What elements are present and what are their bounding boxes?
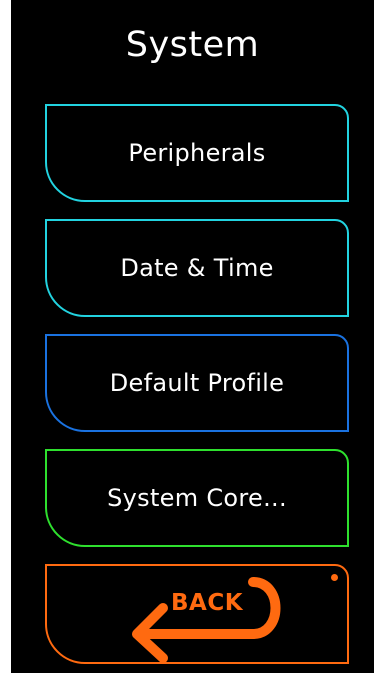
system-core-label: System Core... [107,484,287,512]
back-arrow-icon [132,577,281,662]
default-profile-button[interactable]: Default Profile [45,334,349,432]
page-title: System [125,25,260,65]
back-button[interactable]: BACK [45,564,349,664]
device-screen: System Peripherals Date & Time Default P… [11,0,374,673]
indicator-dot [331,574,338,581]
peripherals-button[interactable]: Peripherals [45,104,349,202]
back-label: BACK [171,590,244,616]
peripherals-label: Peripherals [128,139,266,167]
date-time-label: Date & Time [120,254,274,282]
date-time-button[interactable]: Date & Time [45,219,349,317]
system-core-button[interactable]: System Core... [45,449,349,547]
default-profile-label: Default Profile [109,369,285,397]
